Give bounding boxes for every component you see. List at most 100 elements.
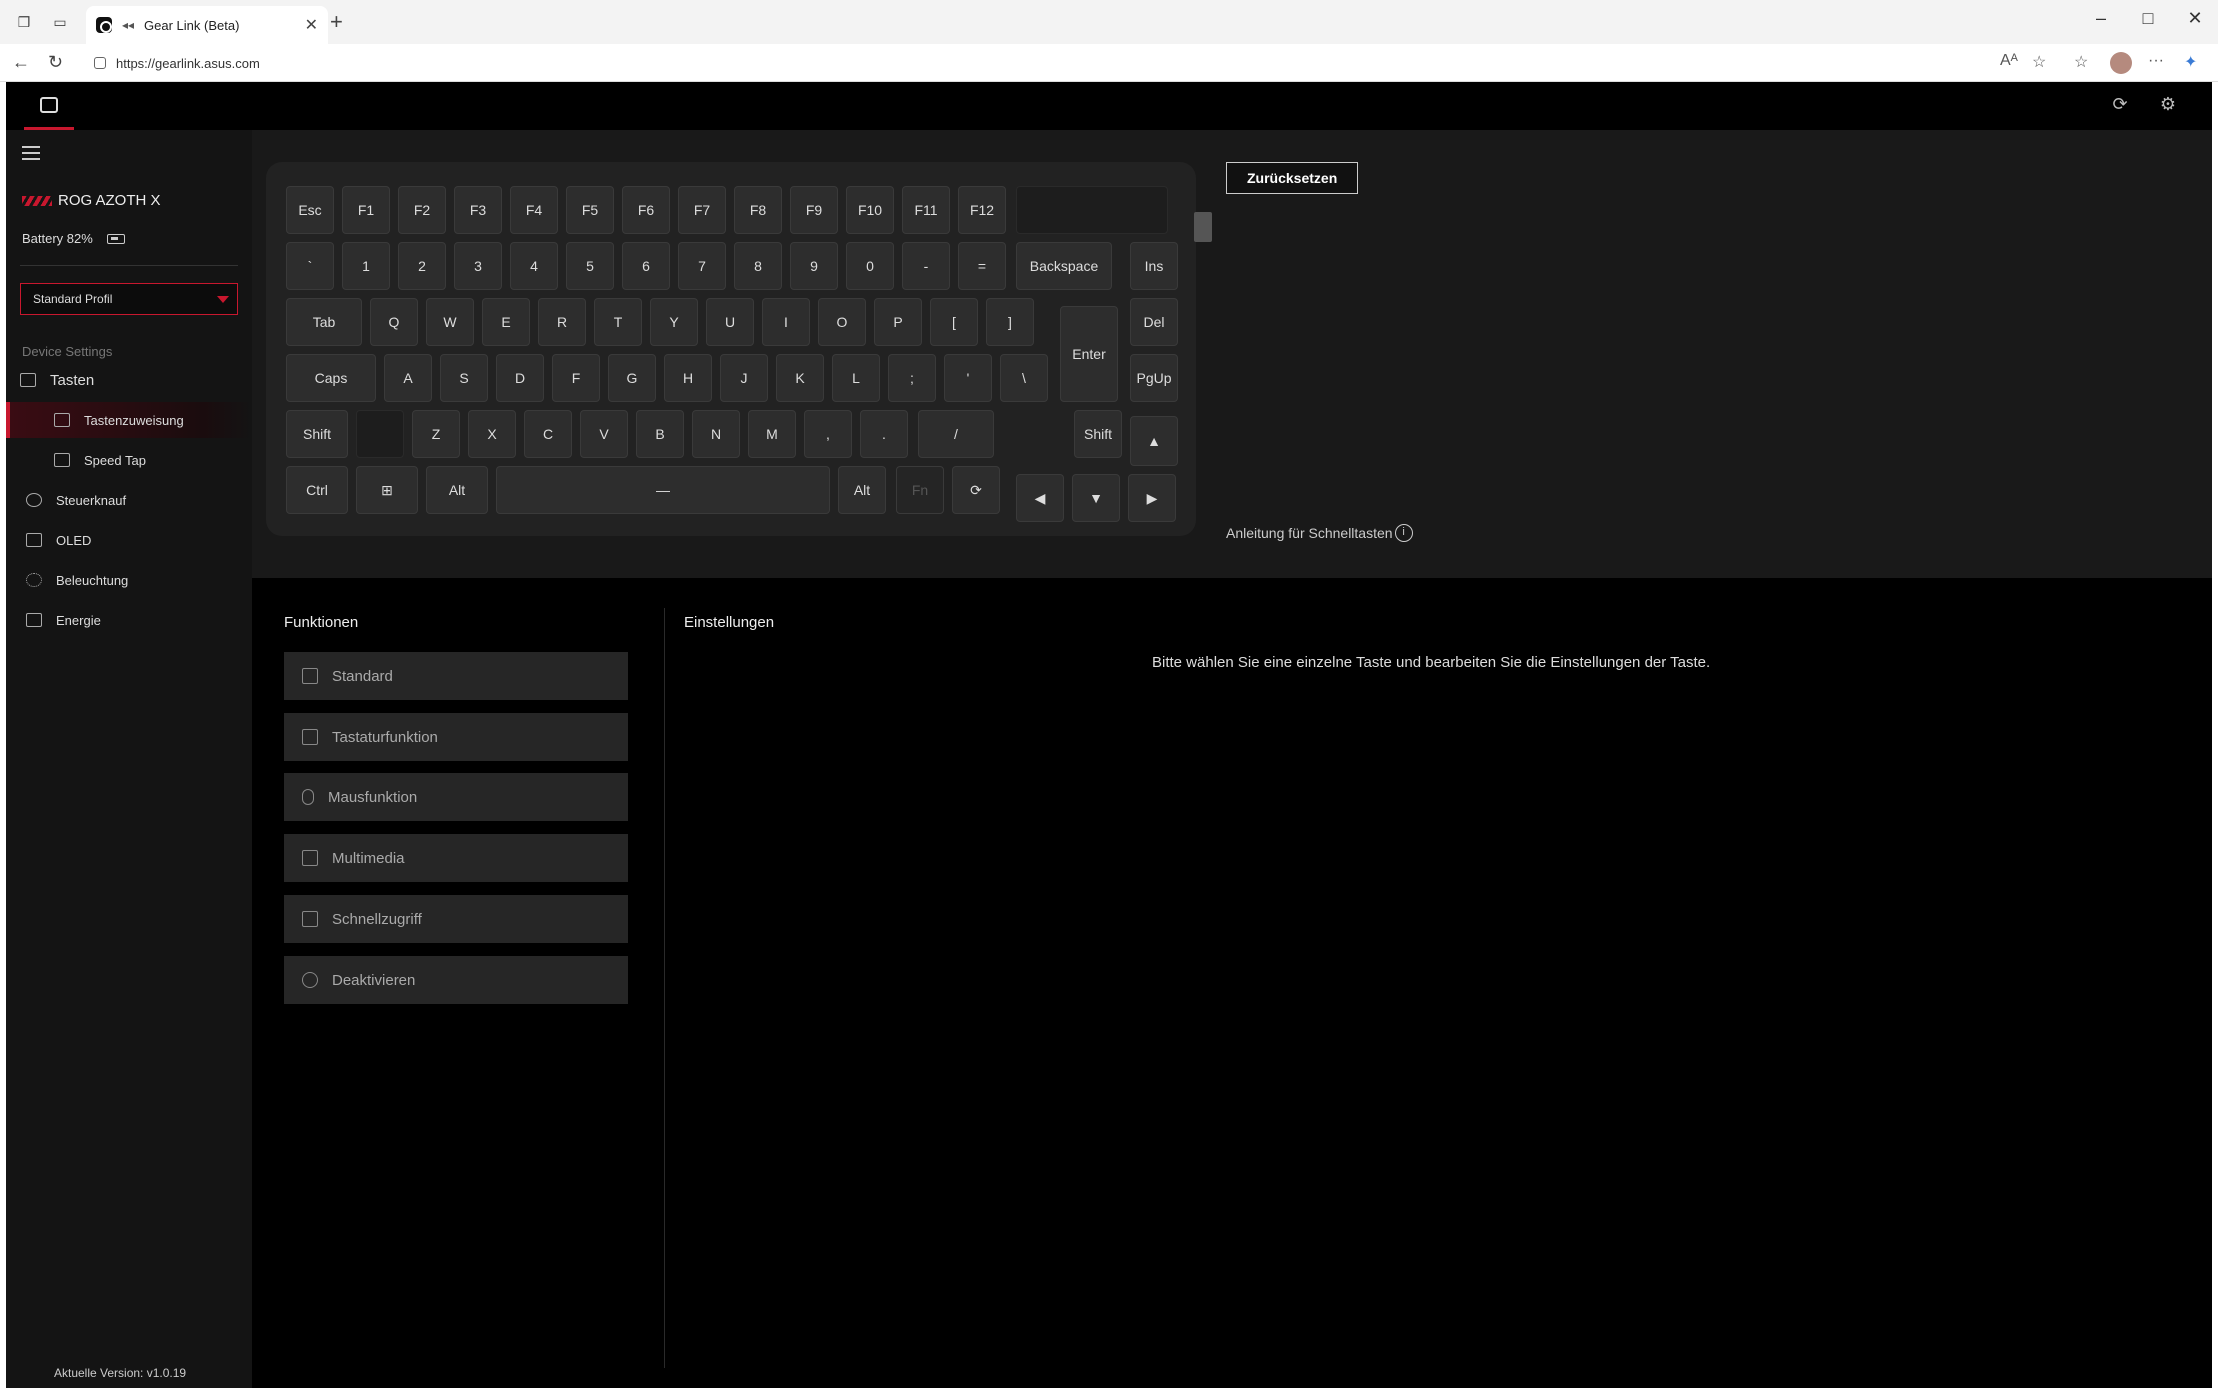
key-caps[interactable]: Caps bbox=[286, 354, 376, 402]
key-ctrl[interactable]: Ctrl bbox=[286, 466, 348, 514]
key-p[interactable]: P bbox=[874, 298, 922, 346]
close-window-button[interactable]: ✕ bbox=[2180, 8, 2210, 29]
key-sym5-3[interactable]: — bbox=[496, 466, 830, 514]
key-f2[interactable]: F2 bbox=[398, 186, 446, 234]
key-f4[interactable]: F4 bbox=[510, 186, 558, 234]
maximize-button[interactable]: □ bbox=[2133, 8, 2163, 29]
key-c[interactable]: C bbox=[524, 410, 572, 458]
sync-icon[interactable]: ⟳ bbox=[2108, 94, 2132, 118]
key-f10[interactable]: F10 bbox=[846, 186, 894, 234]
key-g[interactable]: G bbox=[608, 354, 656, 402]
key-4[interactable]: 4 bbox=[510, 242, 558, 290]
key-sym5-1[interactable]: ⊞ bbox=[356, 466, 418, 514]
key-t[interactable]: T bbox=[594, 298, 642, 346]
key-sym3-11[interactable]: ' bbox=[944, 354, 992, 402]
key-ins[interactable]: Ins bbox=[1130, 242, 1178, 290]
function-mouse[interactable]: Mausfunktion bbox=[284, 773, 628, 821]
shortcut-guide-link[interactable]: Anleitung für Schnelltasten i bbox=[1226, 524, 1413, 542]
key-sym1-11[interactable]: - bbox=[902, 242, 950, 290]
sidebar-item-oled[interactable]: OLED bbox=[6, 522, 252, 558]
key-8[interactable]: 8 bbox=[734, 242, 782, 290]
key-sym3-12[interactable]: \ bbox=[1000, 354, 1048, 402]
profile-select[interactable]: Standard Profil bbox=[20, 283, 238, 315]
key-sym1-12[interactable]: = bbox=[958, 242, 1006, 290]
refresh-icon[interactable]: ↻ bbox=[48, 52, 63, 73]
sidebar-item-tastenzuweisung[interactable]: Tastenzuweisung bbox=[6, 402, 252, 438]
key-sym5-9[interactable]: ▶ bbox=[1128, 474, 1176, 522]
scroll-handle[interactable] bbox=[1194, 212, 1212, 242]
key-w[interactable]: W bbox=[426, 298, 474, 346]
function-standard[interactable]: Standard bbox=[284, 652, 628, 700]
device-tab[interactable] bbox=[24, 82, 74, 130]
key-e[interactable]: E bbox=[482, 298, 530, 346]
key-f11[interactable]: F11 bbox=[902, 186, 950, 234]
profile-avatar[interactable] bbox=[2110, 52, 2132, 79]
key-sym4-9[interactable]: , bbox=[804, 410, 852, 458]
key-l[interactable]: L bbox=[832, 354, 880, 402]
settings-gear-icon[interactable]: ⚙ bbox=[2156, 94, 2180, 118]
key-alt[interactable]: Alt bbox=[426, 466, 488, 514]
browser-tab[interactable]: ◂◂ Gear Link (Beta) ✕ bbox=[86, 6, 328, 44]
tab-actions-icon[interactable]: ▭ bbox=[50, 12, 70, 32]
site-info-icon[interactable] bbox=[94, 57, 106, 69]
key-sym4-10[interactable]: . bbox=[860, 410, 908, 458]
copilot-icon[interactable]: ✦ bbox=[2184, 52, 2197, 72]
key-blank[interactable] bbox=[1016, 186, 1168, 234]
key-f[interactable]: F bbox=[552, 354, 600, 402]
close-tab-icon[interactable]: ✕ bbox=[305, 15, 318, 35]
sidebar-item-beleuchtung[interactable]: Beleuchtung bbox=[6, 562, 252, 598]
favorite-icon[interactable]: ☆ bbox=[2032, 52, 2046, 72]
url-field[interactable]: https://gearlink.asus.com bbox=[82, 49, 2042, 77]
key-y[interactable]: Y bbox=[650, 298, 698, 346]
key-backspace[interactable]: Backspace bbox=[1016, 242, 1112, 290]
key-pgup[interactable]: PgUp bbox=[1130, 354, 1178, 402]
key-sym3-10[interactable]: ; bbox=[888, 354, 936, 402]
menu-icon[interactable] bbox=[22, 146, 40, 160]
favorites-icon[interactable]: ☆ bbox=[2074, 52, 2088, 72]
key-2[interactable]: 2 bbox=[398, 242, 446, 290]
reset-button[interactable]: Zurücksetzen bbox=[1226, 162, 1358, 194]
function-keyboard[interactable]: Tastaturfunktion bbox=[284, 713, 628, 761]
key-s[interactable]: S bbox=[440, 354, 488, 402]
key-6[interactable]: 6 bbox=[622, 242, 670, 290]
key-9[interactable]: 9 bbox=[790, 242, 838, 290]
function-shortcut[interactable]: Schnellzugriff bbox=[284, 895, 628, 943]
more-icon[interactable]: ··· bbox=[2148, 52, 2164, 70]
key-v[interactable]: V bbox=[580, 410, 628, 458]
key-blank[interactable] bbox=[356, 410, 404, 458]
function-disable[interactable]: Deaktivieren bbox=[284, 956, 628, 1004]
key-h[interactable]: H bbox=[664, 354, 712, 402]
key-shift[interactable]: Shift bbox=[1074, 410, 1122, 458]
key-x[interactable]: X bbox=[468, 410, 516, 458]
key-sym5-8[interactable]: ▼ bbox=[1072, 474, 1120, 522]
key-tab[interactable]: Tab bbox=[286, 298, 362, 346]
key-sym5-6[interactable]: ⟳ bbox=[952, 466, 1000, 514]
key-f12[interactable]: F12 bbox=[958, 186, 1006, 234]
key-f6[interactable]: F6 bbox=[622, 186, 670, 234]
key-f7[interactable]: F7 bbox=[678, 186, 726, 234]
key-i[interactable]: I bbox=[762, 298, 810, 346]
key-1[interactable]: 1 bbox=[342, 242, 390, 290]
key-q[interactable]: Q bbox=[370, 298, 418, 346]
key-0[interactable]: 0 bbox=[846, 242, 894, 290]
new-tab-button[interactable]: + bbox=[330, 10, 343, 34]
key-u[interactable]: U bbox=[706, 298, 754, 346]
key-n[interactable]: N bbox=[692, 410, 740, 458]
key-a[interactable]: A bbox=[384, 354, 432, 402]
back-icon[interactable]: ← bbox=[12, 52, 30, 73]
key-5[interactable]: 5 bbox=[566, 242, 614, 290]
key-k[interactable]: K bbox=[776, 354, 824, 402]
key-f8[interactable]: F8 bbox=[734, 186, 782, 234]
sidebar-item-energie[interactable]: Energie bbox=[6, 602, 252, 638]
key-fn[interactable]: Fn bbox=[896, 466, 944, 514]
key-f9[interactable]: F9 bbox=[790, 186, 838, 234]
key-o[interactable]: O bbox=[818, 298, 866, 346]
workspaces-icon[interactable]: ❒ bbox=[14, 12, 34, 32]
key-m[interactable]: M bbox=[748, 410, 796, 458]
key-sym5-7[interactable]: ◀ bbox=[1016, 474, 1064, 522]
key-sym2-12[interactable]: ] bbox=[986, 298, 1034, 346]
sidebar-item-speed-tap[interactable]: Speed Tap bbox=[6, 442, 252, 478]
key-3[interactable]: 3 bbox=[454, 242, 502, 290]
key-sym4-11[interactable]: / bbox=[918, 410, 994, 458]
key-r[interactable]: R bbox=[538, 298, 586, 346]
